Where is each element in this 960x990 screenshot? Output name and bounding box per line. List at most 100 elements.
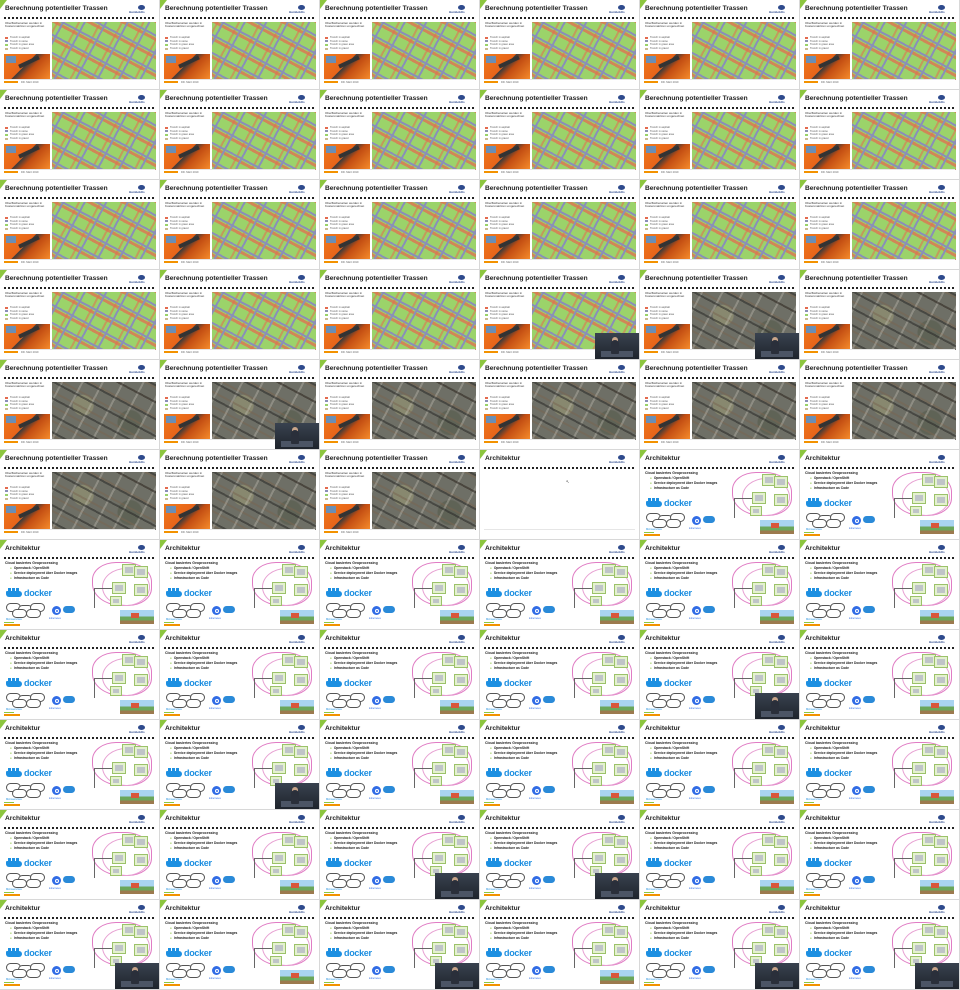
footer-rule: [644, 439, 795, 440]
connector: [414, 588, 432, 589]
slide-thumbnail[interactable]: Architektur Humboldts ↖: [480, 450, 640, 540]
service-box: [934, 764, 948, 776]
slide-thumbnail[interactable]: Architektur Humboldts Cloud basiertes Ge…: [320, 900, 480, 990]
slide-thumbnail[interactable]: Architektur Humboldts Cloud basiertes Ge…: [0, 720, 160, 810]
legend-swatch: [165, 220, 168, 223]
slide-thumbnail[interactable]: Berechnung potentieller Trassen Humboldt…: [480, 360, 640, 450]
speaker-video: [275, 423, 319, 449]
slide-thumbnail[interactable]: Architektur Humboldts Cloud basiertes Ge…: [800, 810, 960, 900]
service-box: [912, 762, 926, 774]
slide-thumbnail[interactable]: Architektur Humboldts Cloud basiertes Ge…: [320, 810, 480, 900]
slide-thumbnail[interactable]: Architektur Humboldts Cloud basiertes Ge…: [800, 720, 960, 810]
footer-accent: [324, 894, 340, 896]
cloud-service-icon: [223, 606, 235, 613]
slide-thumbnail[interactable]: Architektur Humboldts Cloud basiertes Ge…: [480, 630, 640, 720]
architecture-diagram: [568, 740, 636, 790]
slide-thumbnail[interactable]: Berechnung potentieller Trassen Humboldt…: [160, 180, 320, 270]
slide-thumbnail[interactable]: Berechnung potentieller Trassen Humboldt…: [160, 450, 320, 540]
slide-thumbnail[interactable]: Architektur Humboldts Cloud basiertes Ge…: [320, 720, 480, 810]
slide-thumbnail[interactable]: Berechnung potentieller Trassen Humboldt…: [0, 450, 160, 540]
slide-thumbnail[interactable]: Berechnung potentieller Trassen Humboldt…: [640, 90, 800, 180]
slide-thumbnail[interactable]: Architektur Humboldts Cloud basiertes Ge…: [320, 630, 480, 720]
service-box: [272, 582, 286, 594]
slide-thumbnail[interactable]: Architektur Humboldts Cloud basiertes Ge…: [640, 450, 800, 540]
footer-accent: [804, 621, 814, 623]
slide-thumbnail[interactable]: Berechnung potentieller Trassen Humboldt…: [320, 270, 480, 360]
legend-swatch: [5, 133, 8, 136]
slide-thumbnail[interactable]: Berechnung potentieller Trassen Humboldt…: [0, 0, 160, 90]
slide-thumbnail[interactable]: Berechnung potentieller Trassen Humboldt…: [480, 0, 640, 90]
cost-map: [852, 22, 956, 80]
slide-thumbnail[interactable]: Architektur Humboldts Cloud basiertes Ge…: [480, 900, 640, 990]
slide-thumbnail[interactable]: Architektur Humboldts Cloud basiertes Ge…: [800, 540, 960, 630]
bullet-list: Cloud basiertes Geoprocessing Openstack …: [645, 741, 725, 761]
slide-thumbnail[interactable]: Architektur Humboldts Cloud basiertes Ge…: [640, 720, 800, 810]
university-logo: Humboldts: [129, 545, 155, 554]
kubernetes-label: kubernetes: [209, 617, 221, 620]
slide-thumbnail[interactable]: Berechnung potentieller Trassen Humboldt…: [0, 360, 160, 450]
slide-thumbnail[interactable]: Berechnung potentieller Trassen Humboldt…: [640, 0, 800, 90]
slide-thumbnail[interactable]: Berechnung potentieller Trassen Humboldt…: [480, 180, 640, 270]
slide-thumbnail[interactable]: Architektur Humboldts Cloud basiertes Ge…: [0, 810, 160, 900]
slide-thumbnail[interactable]: Architektur Humboldts Cloud basiertes Ge…: [160, 720, 320, 810]
legend-swatch: [325, 407, 328, 410]
slide-thumbnail[interactable]: Architektur Humboldts Cloud basiertes Ge…: [800, 450, 960, 540]
slide-thumbnail[interactable]: Architektur Humboldts Cloud basiertes Ge…: [0, 900, 160, 990]
slide-thumbnail[interactable]: Berechnung potentieller Trassen Humboldt…: [800, 270, 960, 360]
slide-thumbnail[interactable]: Berechnung potentieller Trassen Humboldt…: [320, 360, 480, 450]
slide-thumbnail[interactable]: Architektur Humboldts Cloud basiertes Ge…: [640, 810, 800, 900]
slide-thumbnail[interactable]: Architektur Humboldts Cloud basiertes Ge…: [160, 630, 320, 720]
landscape-image: [440, 790, 474, 804]
bullet-list: Cloud basiertes Geoprocessing Openstack …: [165, 921, 245, 941]
landscape-image: [440, 610, 474, 624]
excavator-photo: [804, 234, 850, 259]
slide-thumbnail[interactable]: Berechnung potentieller Trassen Humboldt…: [0, 90, 160, 180]
slide-thumbnail[interactable]: Berechnung potentieller Trassen Humboldt…: [160, 0, 320, 90]
slide-thumbnail[interactable]: Berechnung potentieller Trassen Humboldt…: [480, 270, 640, 360]
connector: [414, 948, 432, 949]
service-box: [614, 944, 628, 956]
slide-thumbnail[interactable]: Berechnung potentieller Trassen Humboldt…: [320, 180, 480, 270]
slide-thumbnail[interactable]: Architektur Humboldts Cloud basiertes Ge…: [320, 540, 480, 630]
legend-item: Trench in gravel: [645, 317, 689, 321]
slide-thumbnail[interactable]: Berechnung potentieller Trassen Humboldt…: [640, 180, 800, 270]
slide-thumbnail[interactable]: Architektur Humboldts Cloud basiertes Ge…: [0, 540, 160, 630]
slide-thumbnail[interactable]: Architektur Humboldts Cloud basiertes Ge…: [160, 810, 320, 900]
microservices-clouds-icon: [166, 783, 206, 798]
legend-swatch: [645, 223, 648, 226]
slide-thumbnail[interactable]: Architektur Humboldts Cloud basiertes Ge…: [160, 900, 320, 990]
legend-swatch: [5, 227, 8, 230]
slide-thumbnail[interactable]: Berechnung potentieller Trassen Humboldt…: [480, 90, 640, 180]
slide-thumbnail[interactable]: Architektur Humboldts Cloud basiertes Ge…: [160, 540, 320, 630]
docker-whale-icon: [326, 588, 342, 597]
slide-thumbnail[interactable]: Architektur Humboldts Cloud basiertes Ge…: [480, 540, 640, 630]
slide-thumbnail[interactable]: Berechnung potentieller Trassen Humboldt…: [800, 0, 960, 90]
slide-thumbnail[interactable]: Berechnung potentieller Trassen Humboldt…: [160, 360, 320, 450]
slide-thumbnail[interactable]: Berechnung potentieller Trassen Humboldt…: [320, 90, 480, 180]
slide-thumbnail[interactable]: Architektur Humboldts Cloud basiertes Ge…: [800, 630, 960, 720]
slide-title: Architektur: [485, 545, 521, 552]
kubernetes-icon: [52, 876, 61, 885]
docker-whale-icon: [166, 768, 182, 777]
slide-thumbnail[interactable]: Berechnung potentieller Trassen Humboldt…: [800, 90, 960, 180]
slide-thumbnail[interactable]: Architektur Humboldts Cloud basiertes Ge…: [640, 630, 800, 720]
kubernetes-label: kubernetes: [849, 707, 861, 710]
slide-thumbnail[interactable]: Berechnung potentieller Trassen Humboldt…: [800, 180, 960, 270]
slide-thumbnail[interactable]: Architektur Humboldts Cloud basiertes Ge…: [800, 900, 960, 990]
slide-thumbnail[interactable]: Berechnung potentieller Trassen Humboldt…: [320, 450, 480, 540]
slide-thumbnail[interactable]: Berechnung potentieller Trassen Humboldt…: [160, 90, 320, 180]
slide-thumbnail[interactable]: Architektur Humboldts Cloud basiertes Ge…: [0, 630, 160, 720]
slide-thumbnail[interactable]: Architektur Humboldts Cloud basiertes Ge…: [480, 720, 640, 810]
slide-thumbnail[interactable]: Architektur Humboldts Cloud basiertes Ge…: [640, 540, 800, 630]
slide-thumbnail[interactable]: Berechnung potentieller Trassen Humboldt…: [160, 270, 320, 360]
slide-thumbnail[interactable]: Berechnung potentieller Trassen Humboldt…: [320, 0, 480, 90]
slide-thumbnail[interactable]: Berechnung potentieller Trassen Humboldt…: [0, 180, 160, 270]
bullet-item: Infrastructure as Code: [325, 756, 405, 761]
slide-thumbnail[interactable]: Berechnung potentieller Trassen Humboldt…: [0, 270, 160, 360]
slide-thumbnail[interactable]: Architektur Humboldts Cloud basiertes Ge…: [640, 900, 800, 990]
slide-thumbnail[interactable]: Architektur Humboldts Cloud basiertes Ge…: [480, 810, 640, 900]
slide-thumbnail[interactable]: Berechnung potentieller Trassen Humboldt…: [640, 360, 800, 450]
slide-thumbnail[interactable]: Berechnung potentieller Trassen Humboldt…: [640, 270, 800, 360]
slide-title: Architektur: [325, 905, 361, 912]
slide-thumbnail[interactable]: Berechnung potentieller Trassen Humboldt…: [800, 360, 960, 450]
